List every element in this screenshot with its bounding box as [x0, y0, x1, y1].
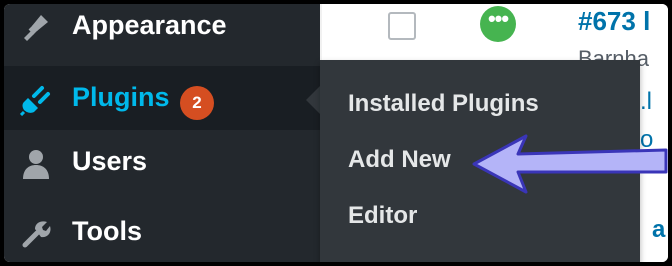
sidebar-item-label: Appearance: [72, 10, 227, 40]
sidebar-item-tools[interactable]: Tools: [4, 200, 320, 262]
annotation-arrow-icon: [472, 134, 668, 194]
update-count-badge: 2: [180, 86, 214, 120]
sidebar-item-appearance[interactable]: Appearance: [4, 4, 320, 52]
sidebar-item-label: Users: [72, 146, 148, 176]
sidebar-item-label: Tools: [72, 216, 142, 246]
submenu-item-add-new[interactable]: Add New: [348, 146, 451, 174]
wrench-icon: [20, 218, 52, 250]
status-dots-icon: •••: [480, 6, 516, 42]
ticket-link[interactable]: #673 l: [578, 6, 650, 37]
sidebar-item-users[interactable]: Users: [4, 132, 320, 196]
sidebar-item-plugins[interactable]: Plugins 2: [4, 66, 320, 130]
row-checkbox[interactable]: [388, 12, 416, 40]
plug-icon: [20, 84, 52, 116]
submenu-pointer: [306, 86, 320, 114]
submenu-item-installed-plugins[interactable]: Installed Plugins: [348, 90, 539, 118]
submenu-item-editor[interactable]: Editor: [348, 202, 417, 230]
admin-sidebar: Appearance Plugins 2 Users Tools: [4, 4, 320, 262]
content-link-fragment[interactable]: a: [652, 216, 665, 244]
screenshot-frame: ••• #673 l Barnha s.l co a Appearance Pl…: [4, 4, 668, 262]
paintbrush-icon: [20, 10, 52, 42]
user-icon: [20, 148, 52, 180]
sidebar-item-label: Plugins: [72, 82, 170, 112]
